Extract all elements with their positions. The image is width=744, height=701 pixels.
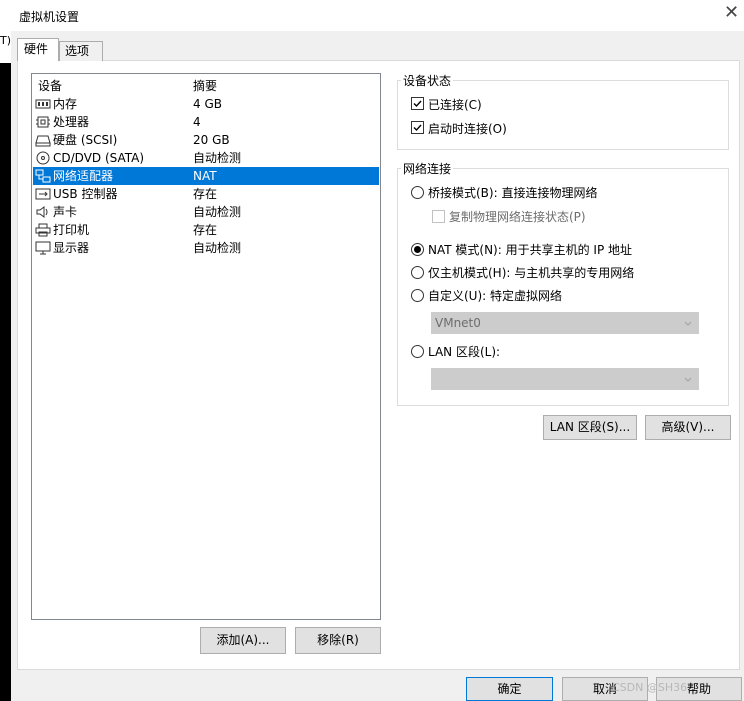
connected-label: 已连接(C) xyxy=(428,98,482,112)
tab-options[interactable]: 选项 xyxy=(59,41,103,61)
tab-hardware[interactable]: 硬件 xyxy=(17,38,59,61)
device-summary: 4 xyxy=(193,115,201,129)
lan-segment-label: LAN 区段(L): xyxy=(428,345,501,359)
cd-dvd-icon xyxy=(36,151,50,165)
connected-checkbox[interactable] xyxy=(411,97,424,110)
connect-at-power-on-label: 启动时连接(O) xyxy=(428,122,507,136)
device-row-cd-dvd[interactable]: CD/DVD (SATA) 自动检测 xyxy=(33,149,379,167)
custom-network-value: VMnet0 xyxy=(435,316,481,330)
close-icon[interactable]: ✕ xyxy=(724,4,739,22)
radio-selected-dot xyxy=(414,246,421,253)
device-row-memory[interactable]: 内存 4 GB xyxy=(33,95,379,113)
device-status-title: 设备状态 xyxy=(401,72,454,89)
title-bar xyxy=(0,0,744,31)
lan-segment-select[interactable] xyxy=(431,368,699,390)
nat-radio[interactable] xyxy=(411,243,424,256)
device-name: 内存 xyxy=(53,97,78,111)
bridged-label: 桥接模式(B): 直接连接物理网络 xyxy=(428,186,598,200)
chevron-down-icon xyxy=(684,377,692,382)
device-summary: 存在 xyxy=(193,187,218,201)
device-row-hard-disk[interactable]: 硬盘 (SCSI) 20 GB xyxy=(33,131,379,149)
hard-disk-icon xyxy=(35,135,51,147)
window-title: 虚拟机设置 xyxy=(19,10,80,24)
device-summary: 20 GB xyxy=(193,133,230,147)
custom-radio[interactable] xyxy=(411,289,424,302)
device-summary: 自动检测 xyxy=(193,241,242,255)
memory-icon xyxy=(35,99,51,109)
printer-icon xyxy=(35,223,51,237)
device-name: 显示器 xyxy=(53,241,90,255)
custom-label: 自定义(U): 特定虚拟网络 xyxy=(428,289,563,303)
device-summary: 自动检测 xyxy=(193,205,242,219)
device-row-processor[interactable]: 处理器 4 xyxy=(33,113,379,131)
network-adapter-icon xyxy=(35,169,51,183)
device-summary: 自动检测 xyxy=(193,151,242,165)
chevron-down-icon xyxy=(684,321,692,326)
device-row-printer[interactable]: 打印机 存在 xyxy=(33,221,379,239)
device-row-sound-card[interactable]: 声卡 自动检测 xyxy=(33,203,379,221)
remove-device-button[interactable]: 移除(R) xyxy=(295,627,381,654)
replicate-state-label: 复制物理网络连接状态(P) xyxy=(449,210,586,224)
summary-column-header: 摘要 xyxy=(193,79,218,93)
ok-button[interactable]: 确定 xyxy=(466,677,553,701)
device-name: 网络适配器 xyxy=(53,169,114,183)
check-icon xyxy=(413,100,422,108)
device-name: 声卡 xyxy=(53,205,78,219)
device-name: 打印机 xyxy=(53,223,90,237)
watermark: CSDN @SH36 xyxy=(612,681,688,694)
device-name: 硬盘 (SCSI) xyxy=(53,133,118,147)
nat-label: NAT 模式(N): 用于共享主机的 IP 地址 xyxy=(428,243,633,257)
custom-network-select[interactable]: VMnet0 xyxy=(431,312,699,334)
lan-segment-radio[interactable] xyxy=(411,345,424,358)
network-connection-title: 网络连接 xyxy=(401,160,454,177)
background-window-text: T) xyxy=(0,34,12,47)
device-name: USB 控制器 xyxy=(53,187,118,201)
host-only-radio[interactable] xyxy=(411,266,424,279)
device-column-header: 设备 xyxy=(38,79,63,93)
device-name: CD/DVD (SATA) xyxy=(53,151,145,165)
device-row-usb[interactable]: USB 控制器 存在 xyxy=(33,185,379,203)
device-status-group xyxy=(397,80,729,150)
device-row-display[interactable]: 显示器 自动检测 xyxy=(33,239,379,257)
device-summary: 存在 xyxy=(193,223,218,237)
lan-segments-button[interactable]: LAN 区段(S)... xyxy=(543,415,637,440)
connect-at-power-on-checkbox[interactable] xyxy=(411,121,424,134)
bridged-radio[interactable] xyxy=(411,186,424,199)
monitor-icon xyxy=(35,241,51,255)
replicate-state-checkbox[interactable] xyxy=(432,210,445,223)
device-summary: NAT xyxy=(193,169,217,183)
add-device-button[interactable]: 添加(A)... xyxy=(200,627,286,654)
device-list[interactable]: 设备 摘要 内存 4 GB 处理器 4 硬盘 (SCSI) 20 GB CD/D… xyxy=(31,73,381,620)
host-only-label: 仅主机模式(H): 与主机共享的专用网络 xyxy=(428,266,635,280)
usb-icon xyxy=(35,188,51,200)
background-window-strip xyxy=(0,31,11,701)
device-summary: 4 GB xyxy=(193,97,222,111)
advanced-button[interactable]: 高级(V)... xyxy=(645,415,731,440)
device-row-network-adapter[interactable]: 网络适配器 NAT xyxy=(33,167,379,185)
cpu-icon xyxy=(36,116,50,128)
speaker-icon xyxy=(36,206,48,218)
check-icon xyxy=(413,124,422,132)
device-name: 处理器 xyxy=(53,115,90,129)
